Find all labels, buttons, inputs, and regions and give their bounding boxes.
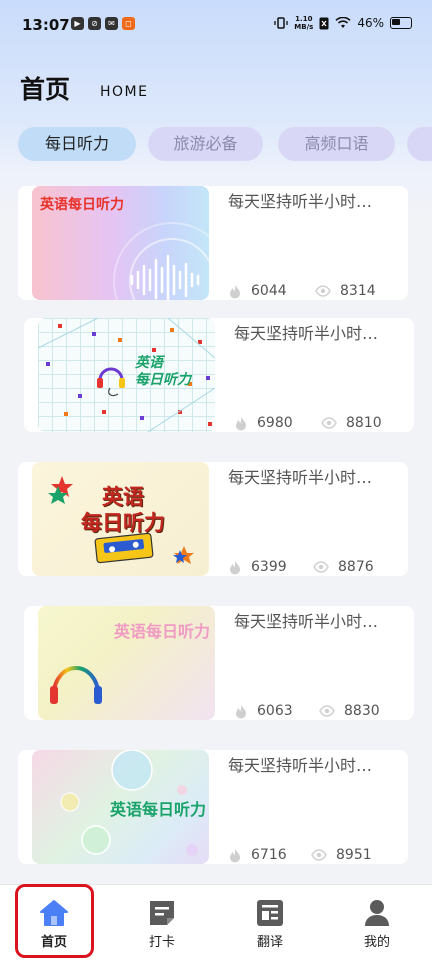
list-item[interactable]: 英语 每日听力 每天坚持听半小时… 6980 8810 — [24, 318, 414, 432]
likes-stat: 6980 — [234, 415, 293, 431]
flame-icon — [230, 848, 240, 862]
eye-icon — [311, 849, 327, 861]
list-item[interactable]: 英语每日听力 每天坚持听半小时… 6716 8951 — [18, 750, 408, 864]
tab-spoken-english[interactable]: 高频口语 — [278, 127, 395, 161]
likes-stat: 6716 — [228, 847, 287, 863]
checkin-icon — [150, 901, 174, 925]
status-right: 1.10 MB/s 46% — [274, 15, 412, 31]
eye-icon — [321, 417, 337, 429]
card-thumbnail: 英语每日听力 — [38, 606, 215, 720]
status-bar: 13:07 ▶ ⊘ ✉ ◻ 1.10 MB/s 46% — [0, 0, 432, 52]
flame-icon — [236, 704, 246, 718]
battery-percent: 46% — [357, 16, 384, 30]
views-stat: 8314 — [315, 283, 376, 299]
nav-item-translate[interactable]: 翻译 — [235, 899, 305, 950]
cassette-icon — [94, 532, 154, 564]
nav-item-checkin[interactable]: 打卡 — [127, 899, 197, 950]
flame-icon — [230, 560, 240, 574]
flame-icon — [230, 284, 240, 298]
vibrate-icon — [274, 17, 288, 29]
headphones-icon — [50, 666, 102, 704]
page-title: 首页 — [20, 75, 71, 104]
flame-icon — [236, 416, 246, 430]
views-stat: 8951 — [311, 847, 372, 863]
tab-travel-essentials[interactable]: 旅游必备 — [148, 127, 263, 161]
card-title: 每天坚持听半小时… — [234, 612, 379, 631]
highlight-box — [15, 884, 94, 958]
headphones-icon — [97, 367, 125, 397]
tab-partial[interactable] — [407, 127, 432, 161]
likes-stat: 6063 — [234, 703, 293, 719]
eye-icon — [315, 285, 331, 297]
eye-icon — [319, 705, 335, 717]
nav-item-profile[interactable]: 我的 — [342, 899, 412, 950]
mail-notification-icon: ✉ — [105, 17, 118, 30]
tab-daily-listening[interactable]: 每日听力 — [18, 127, 136, 161]
thumbnail-text: 英语 每日听力 — [81, 485, 165, 535]
card-title: 每天坚持听半小时… — [234, 324, 379, 343]
sim-icon — [319, 17, 329, 29]
page-subtitle: HOME — [100, 84, 149, 100]
list-item[interactable]: 英语每日听力 每天坚持听半小时… 6044 8314 — [18, 186, 408, 300]
translate-icon — [257, 900, 283, 926]
card-thumbnail: 英语每日听力 — [32, 750, 209, 864]
profile-icon — [365, 900, 389, 926]
card-title: 每天坚持听半小时… — [228, 468, 373, 487]
card-thumbnail: 英语每日听力 — [32, 186, 209, 300]
network-speed: 1.10 MB/s — [294, 15, 314, 31]
card-title: 每天坚持听半小时… — [228, 756, 373, 775]
category-tabs: 每日听力 旅游必备 高频口语 — [18, 127, 432, 163]
wifi-icon — [335, 17, 351, 28]
app-notification-icon: ◻ — [122, 17, 135, 30]
views-stat: 8810 — [321, 415, 382, 431]
list-item[interactable]: 英语 每日听力 每天坚持听半小时… 6399 8876 — [18, 462, 408, 576]
views-stat: 8830 — [319, 703, 380, 719]
app-notification-icon: ▶ — [71, 17, 84, 30]
status-time: 13:07 — [22, 16, 70, 34]
thumbnail-text: 英语每日听力 — [110, 800, 207, 819]
thumbnail-text: 英语 每日听力 — [135, 355, 191, 388]
list-item[interactable]: 英语每日听力 每天坚持听半小时… 6063 8830 — [24, 606, 414, 720]
battery-icon — [390, 17, 412, 29]
likes-stat: 6044 — [228, 283, 287, 299]
app-notification-icon: ⊘ — [88, 17, 101, 30]
card-thumbnail: 英语 每日听力 — [38, 318, 215, 432]
status-app-icons: ▶ ⊘ ✉ ◻ — [71, 17, 135, 30]
card-thumbnail: 英语 每日听力 — [32, 462, 209, 576]
views-stat: 8876 — [313, 559, 374, 575]
likes-stat: 6399 — [228, 559, 287, 575]
eye-icon — [313, 561, 329, 573]
sound-wave-icon — [113, 222, 209, 300]
card-title: 每天坚持听半小时… — [228, 192, 373, 211]
